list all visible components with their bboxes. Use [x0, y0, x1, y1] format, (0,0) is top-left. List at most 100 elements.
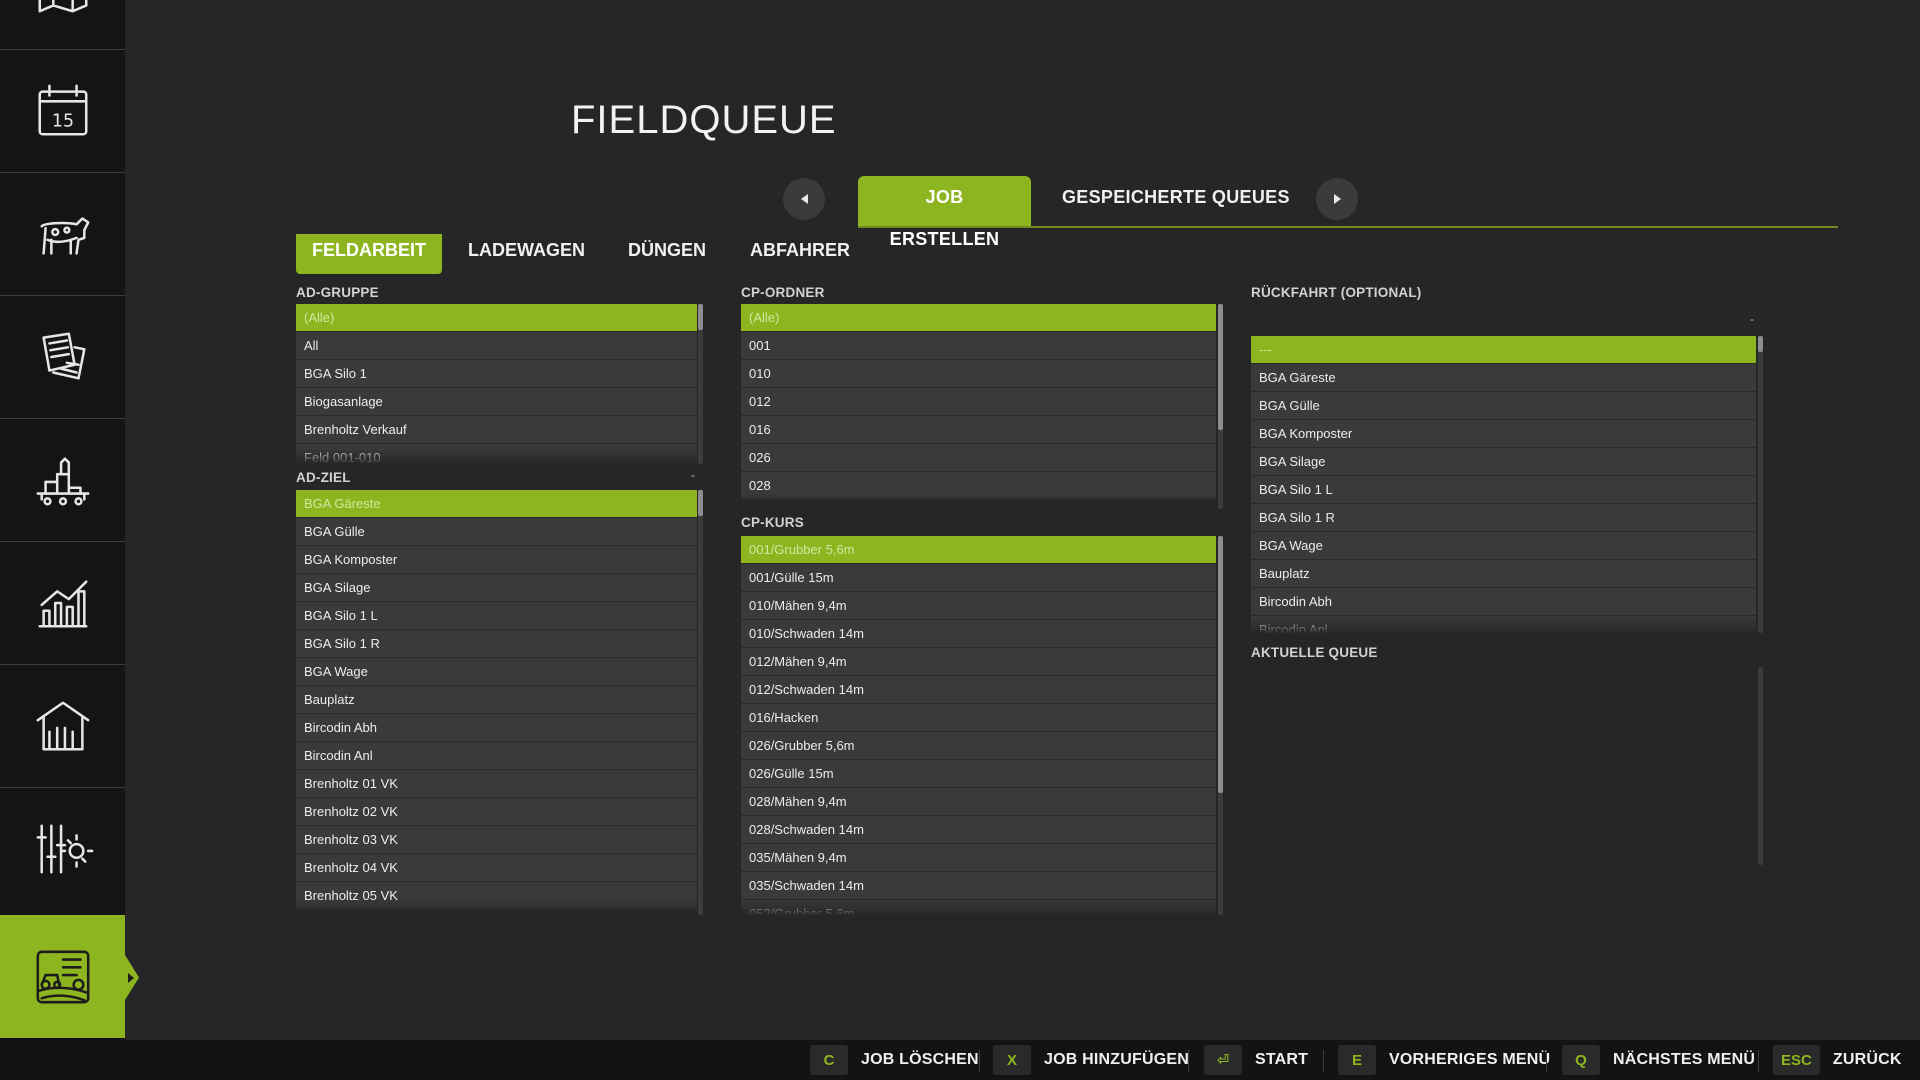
sidebar-item-production[interactable] — [0, 418, 125, 541]
list-item[interactable]: 010/Schwaden 14m — [741, 620, 1216, 648]
tab-gespeicherte-queues[interactable]: GESPEICHERTE QUEUES — [1042, 176, 1310, 226]
scroll-thumb[interactable] — [698, 304, 703, 330]
list-item[interactable]: Bircodin Anl — [1251, 616, 1756, 633]
cp-ordner-scrollbar[interactable] — [1218, 304, 1223, 509]
list-item[interactable]: 026 — [741, 444, 1216, 472]
cp-kurs-scrollbar[interactable] — [1218, 536, 1223, 915]
next-page-button[interactable] — [1316, 178, 1358, 220]
list-item[interactable]: 001 — [741, 332, 1216, 360]
cp-ordner-list[interactable]: (Alle) 001 010 012 016 026 028 — [741, 304, 1216, 509]
list-item[interactable]: --- — [1251, 336, 1756, 364]
list-item[interactable]: 026/Gülle 15m — [741, 760, 1216, 788]
list-item[interactable]: Bauplatz — [296, 686, 697, 714]
list-item[interactable]: BGA Silo 1 R — [1251, 504, 1756, 532]
ad-ziel-scrollbar[interactable] — [698, 490, 703, 915]
list-item[interactable]: BGA Silage — [296, 574, 697, 602]
subtab-duengen[interactable]: DÜNGEN — [628, 234, 706, 274]
list-item[interactable]: 028/Schwaden 14m — [741, 816, 1216, 844]
subtab-feldarbeit[interactable]: FELDARBEIT — [296, 234, 442, 274]
sidebar-item-map[interactable] — [0, 0, 125, 49]
key-c: C — [810, 1045, 848, 1075]
subtab-ladewagen[interactable]: LADEWAGEN — [468, 234, 585, 274]
scroll-thumb[interactable] — [698, 490, 703, 516]
rueckfahrt-list[interactable]: --- BGA Gäreste BGA Gülle BGA Komposter … — [1251, 336, 1756, 633]
list-item[interactable]: BGA Wage — [1251, 532, 1756, 560]
cp-kurs-list[interactable]: 001/Grubber 5,6m 001/Gülle 15m 010/Mähen… — [741, 536, 1216, 915]
list-item[interactable]: (Alle) — [296, 304, 697, 332]
scroll-thumb[interactable] — [1218, 536, 1223, 793]
list-item[interactable]: BGA Silage — [1251, 448, 1756, 476]
sidebar-item-statistics[interactable] — [0, 541, 125, 664]
zurueck-hint[interactable]: ESC ZURÜCK — [1773, 1045, 1902, 1075]
statistics-icon — [37, 580, 88, 628]
scroll-thumb[interactable] — [1218, 304, 1223, 430]
list-item[interactable]: BGA Silo 1 R — [296, 630, 697, 658]
sidebar-item-contracts[interactable] — [0, 295, 125, 418]
list-item[interactable]: 012/Mähen 9,4m — [741, 648, 1216, 676]
aktuelle-queue-list[interactable] — [1251, 665, 1758, 865]
list-item[interactable]: 001/Gülle 15m — [741, 564, 1216, 592]
tab-job-erstellen[interactable]: JOB ERSTELLEN — [858, 176, 1031, 249]
list-item[interactable]: 010/Mähen 9,4m — [741, 592, 1216, 620]
list-item[interactable]: Brenholtz 01 VK — [296, 770, 697, 798]
svg-text:15: 15 — [51, 112, 73, 132]
ad-gruppe-list[interactable]: (Alle) All BGA Silo 1 Biogasanlage Brenh… — [296, 304, 697, 464]
list-item[interactable]: 001/Grubber 5,6m — [741, 536, 1216, 564]
list-item[interactable]: 028 — [741, 472, 1216, 500]
sidebar-item-calendar[interactable]: 15 — [0, 49, 125, 172]
list-item[interactable]: 010 — [741, 360, 1216, 388]
list-item[interactable]: Brenholtz 04 VK — [296, 854, 697, 882]
aktuelle-queue-scrollbar[interactable] — [1758, 667, 1763, 865]
list-item[interactable]: Brenholtz 05 VK — [296, 882, 697, 910]
list-item[interactable]: Bauplatz — [1251, 560, 1756, 588]
list-item[interactable]: BGA Silo 1 L — [1251, 476, 1756, 504]
hint-label: JOB HINZUFÜGEN — [1044, 1051, 1190, 1068]
list-item[interactable]: 035/Mähen 9,4m — [741, 844, 1216, 872]
list-item[interactable]: Feld 001-010 — [296, 444, 697, 464]
list-item[interactable]: Bircodin Abh — [296, 714, 697, 742]
list-item[interactable]: 026/Grubber 5,6m — [741, 732, 1216, 760]
job-loeschen-hint[interactable]: C JOB LÖSCHEN — [810, 1045, 979, 1075]
ad-gruppe-scrollbar[interactable] — [698, 304, 703, 464]
list-item[interactable]: 012/Schwaden 14m — [741, 676, 1216, 704]
scroll-thumb[interactable] — [1758, 336, 1763, 352]
list-item[interactable]: 052/Grubber 5,6m — [741, 900, 1216, 915]
list-item[interactable]: All — [296, 332, 697, 360]
job-hinzufuegen-hint[interactable]: X JOB HINZUFÜGEN — [993, 1045, 1189, 1075]
ad-ziel-list[interactable]: BGA Gäreste BGA Gülle BGA Komposter BGA … — [296, 490, 697, 915]
previous-page-button[interactable] — [783, 178, 825, 220]
list-item[interactable]: 016/Hacken — [741, 704, 1216, 732]
list-item[interactable]: 028/Mähen 9,4m — [741, 788, 1216, 816]
list-item[interactable]: BGA Gülle — [1251, 392, 1756, 420]
list-item[interactable]: Brenholtz 03 VK — [296, 826, 697, 854]
cp-ordner-label: CP-ORDNER — [741, 285, 825, 300]
subtab-abfahrer[interactable]: ABFAHRER — [750, 234, 850, 274]
list-item[interactable]: BGA Gäreste — [1251, 364, 1756, 392]
list-item[interactable]: Bircodin Abh — [1251, 588, 1756, 616]
list-item[interactable]: BGA Komposter — [296, 546, 697, 574]
divider — [1758, 1050, 1759, 1072]
list-item[interactable]: BGA Silo 1 — [296, 360, 697, 388]
list-item[interactable]: Bircodin Anl — [296, 742, 697, 770]
sidebar-item-settings[interactable] — [0, 787, 125, 910]
list-item[interactable]: BGA Gäreste — [296, 490, 697, 518]
sidebar-item-fieldqueue[interactable] — [0, 915, 125, 1038]
naechstes-menue-hint[interactable]: Q NÄCHSTES MENÜ — [1562, 1045, 1755, 1075]
start-hint[interactable]: ⏎ START — [1204, 1045, 1308, 1075]
list-item[interactable]: BGA Gülle — [296, 518, 697, 546]
list-item[interactable]: BGA Wage — [296, 658, 697, 686]
fieldqueue-icon — [36, 950, 89, 1003]
list-item[interactable]: Brenholtz Verkauf — [296, 416, 697, 444]
rueckfahrt-scrollbar[interactable] — [1758, 336, 1763, 633]
sidebar-item-animals[interactable] — [0, 172, 125, 295]
list-item[interactable]: 016 — [741, 416, 1216, 444]
list-item[interactable]: 035/Schwaden 14m — [741, 872, 1216, 900]
list-item[interactable]: 012 — [741, 388, 1216, 416]
list-item[interactable]: BGA Komposter — [1251, 420, 1756, 448]
vorheriges-menue-hint[interactable]: E VORHERIGES MENÜ — [1338, 1045, 1550, 1075]
list-item[interactable]: Biogasanlage — [296, 388, 697, 416]
sidebar-item-buildings[interactable] — [0, 664, 125, 787]
list-item[interactable]: BGA Silo 1 L — [296, 602, 697, 630]
list-item[interactable]: (Alle) — [741, 304, 1216, 332]
list-item[interactable]: Brenholtz 02 VK — [296, 798, 697, 826]
